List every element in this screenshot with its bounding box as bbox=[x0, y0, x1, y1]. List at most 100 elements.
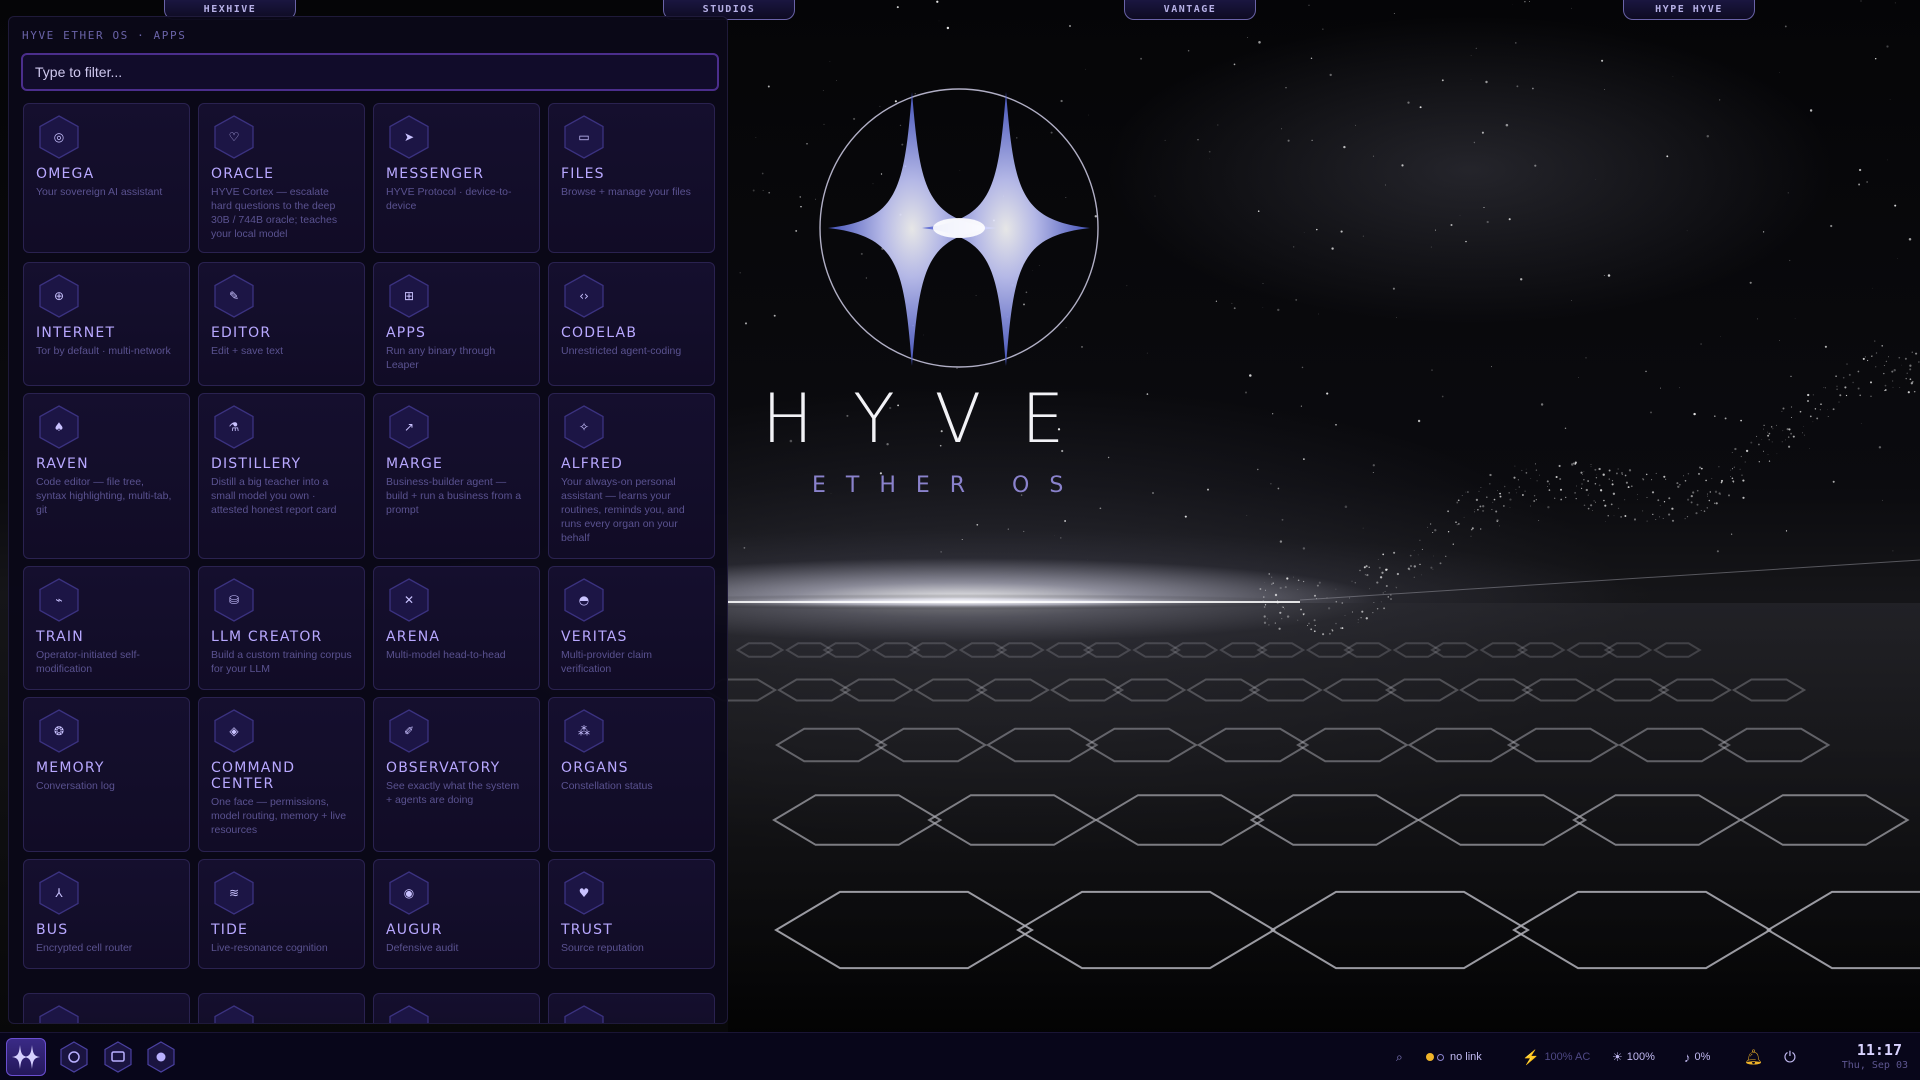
star bbox=[1686, 230, 1688, 232]
tray-volume[interactable]: ♪ 0% bbox=[1684, 1033, 1710, 1080]
app-tile-alfred[interactable]: ✧ ALFRED Your always-on personal assistant… bbox=[548, 393, 715, 559]
app-tile-trust[interactable]: ♥ TRUST Source reputation bbox=[548, 859, 715, 969]
star bbox=[1881, 499, 1883, 501]
particle bbox=[1386, 568, 1388, 571]
particle bbox=[1286, 577, 1289, 580]
particle bbox=[1700, 467, 1703, 470]
notifications-button[interactable]: 🔔︎ bbox=[1744, 1033, 1763, 1080]
particle bbox=[1465, 491, 1467, 493]
particle bbox=[1592, 509, 1593, 511]
star bbox=[1534, 164, 1537, 167]
dock-files-button[interactable] bbox=[100, 1039, 136, 1075]
app-tile-llm-creator[interactable]: ⛁ LLM CREATOR Build a custom training corp… bbox=[198, 566, 365, 690]
tab-hype-hyve[interactable]: HYPE HYVE bbox=[1623, 0, 1755, 20]
filter-input[interactable] bbox=[21, 53, 719, 91]
particle bbox=[1489, 473, 1492, 477]
app-tile-marge[interactable]: ↗ MARGE Business-builder agent — build + r… bbox=[373, 393, 540, 559]
particle bbox=[1396, 572, 1400, 576]
star bbox=[976, 523, 979, 526]
app-tile-partial[interactable] bbox=[23, 993, 190, 1023]
power-button[interactable]: ⏻ bbox=[1784, 1033, 1796, 1080]
launcher-button[interactable] bbox=[6, 1038, 46, 1076]
particle bbox=[1844, 386, 1847, 389]
star bbox=[938, 20, 940, 22]
particle bbox=[1558, 464, 1561, 468]
app-tile-command-center[interactable]: ◈ COMMAND CENTER One face — permissions, m… bbox=[198, 697, 365, 852]
app-tile-train[interactable]: ⌁ TRAIN Operator-initiated self-modificati… bbox=[23, 566, 190, 690]
app-tile-partial[interactable] bbox=[198, 993, 365, 1023]
star bbox=[1570, 299, 1572, 301]
app-tile-oracle[interactable]: ♡ ORACLE HYVE Cortex — escalate hard quest… bbox=[198, 103, 365, 253]
tray-network[interactable]: no link bbox=[1426, 1033, 1482, 1080]
particle bbox=[1907, 391, 1910, 394]
shield-icon: ◓ bbox=[561, 577, 607, 623]
particle bbox=[1899, 387, 1901, 388]
particle bbox=[1679, 484, 1681, 486]
particle bbox=[1390, 598, 1392, 600]
particle bbox=[1624, 515, 1627, 517]
star bbox=[1794, 318, 1796, 319]
app-tile-omega[interactable]: ◎ OMEGA Your sovereign AI assistant bbox=[23, 103, 190, 253]
app-tile-apps[interactable]: ⊞ APPS Run any binary through Leaper bbox=[373, 262, 540, 386]
app-tile-raven[interactable]: ♠ RAVEN Code editor — file tree, syntax hi… bbox=[23, 393, 190, 559]
app-tile-memory[interactable]: ❂ MEMORY Conversation log bbox=[23, 697, 190, 852]
particle bbox=[1791, 417, 1793, 418]
app-description: Edit + save text bbox=[211, 345, 284, 357]
dock-omega-button[interactable] bbox=[56, 1039, 92, 1075]
app-tile-partial[interactable] bbox=[373, 993, 540, 1023]
app-name: ARENA bbox=[386, 629, 441, 645]
power-label: 100% AC bbox=[1544, 1051, 1591, 1063]
app-tile-files[interactable]: ▭ FILES Browse + manage your files bbox=[548, 103, 715, 253]
particle bbox=[1845, 394, 1848, 397]
particle bbox=[1906, 372, 1908, 374]
star bbox=[1316, 228, 1318, 231]
particle bbox=[1587, 507, 1590, 510]
particle bbox=[1377, 558, 1379, 560]
app-tile-editor[interactable]: ✎ EDITOR Edit + save text bbox=[198, 262, 365, 386]
particle bbox=[1534, 463, 1537, 465]
star bbox=[799, 196, 801, 198]
star bbox=[1126, 285, 1128, 287]
taskbar: ⌕ no link ⚡ 100% AC ☀ 100% ♪ 0% 🔔︎ ⏻ 11:… bbox=[0, 1032, 1920, 1080]
particle bbox=[1671, 519, 1675, 522]
particle bbox=[1621, 474, 1623, 476]
particle bbox=[1827, 409, 1828, 411]
particle bbox=[1816, 417, 1819, 420]
tray-power[interactable]: ⚡ 100% AC bbox=[1522, 1033, 1590, 1080]
app-tile-messenger[interactable]: ➤ MESSENGER HYVE Protocol · device-to-devi… bbox=[373, 103, 540, 253]
tray-search[interactable]: ⌕ bbox=[1396, 1033, 1403, 1080]
app-tile-veritas[interactable]: ◓ VERITAS Multi-provider claim verificatio… bbox=[548, 566, 715, 690]
app-tile-arena[interactable]: ✕ ARENA Multi-model head-to-head bbox=[373, 566, 540, 690]
particle bbox=[1615, 472, 1618, 475]
app-tile-internet[interactable]: ⊕ INTERNET Tor by default · multi-network bbox=[23, 262, 190, 386]
tray-brightness[interactable]: ☀ 100% bbox=[1612, 1033, 1655, 1080]
dock-memory-button[interactable] bbox=[143, 1039, 179, 1075]
particle bbox=[1727, 494, 1731, 497]
particle bbox=[1535, 469, 1538, 471]
particle bbox=[1875, 352, 1878, 354]
app-tile-organs[interactable]: ⁂ ORGANS Constellation status bbox=[548, 697, 715, 852]
app-tile-augur[interactable]: ◉ AUGUR Defensive audit bbox=[373, 859, 540, 969]
app-tile-bus[interactable]: ⅄ BUS Encrypted cell router bbox=[23, 859, 190, 969]
clock-time[interactable]: 11:17 bbox=[1857, 1041, 1902, 1059]
tab-vantage[interactable]: VANTAGE bbox=[1124, 0, 1256, 20]
particle bbox=[1663, 475, 1666, 478]
app-description: Build a custom training corpus for your … bbox=[211, 649, 352, 675]
particle bbox=[1827, 416, 1829, 417]
particle bbox=[1421, 548, 1423, 550]
app-tile-observatory[interactable]: ✐ OBSERVATORY See exactly what the system … bbox=[373, 697, 540, 852]
particle bbox=[1272, 582, 1274, 584]
particle bbox=[1866, 359, 1869, 362]
particle bbox=[1555, 475, 1558, 479]
app-tile-tide[interactable]: ≋ TIDE Live-resonance cognition bbox=[198, 859, 365, 969]
app-tile-codelab[interactable]: ‹› CODELAB Unrestricted agent-coding bbox=[548, 262, 715, 386]
star bbox=[1302, 547, 1306, 550]
star bbox=[1470, 55, 1472, 56]
star bbox=[1529, 1, 1531, 3]
particle bbox=[1575, 497, 1577, 500]
app-tile-distillery[interactable]: ⚗ DISTILLERY Distill a big teacher into a … bbox=[198, 393, 365, 559]
star bbox=[800, 205, 802, 208]
app-tile-partial[interactable] bbox=[548, 993, 715, 1023]
particle bbox=[1784, 439, 1786, 441]
star bbox=[1858, 168, 1862, 172]
